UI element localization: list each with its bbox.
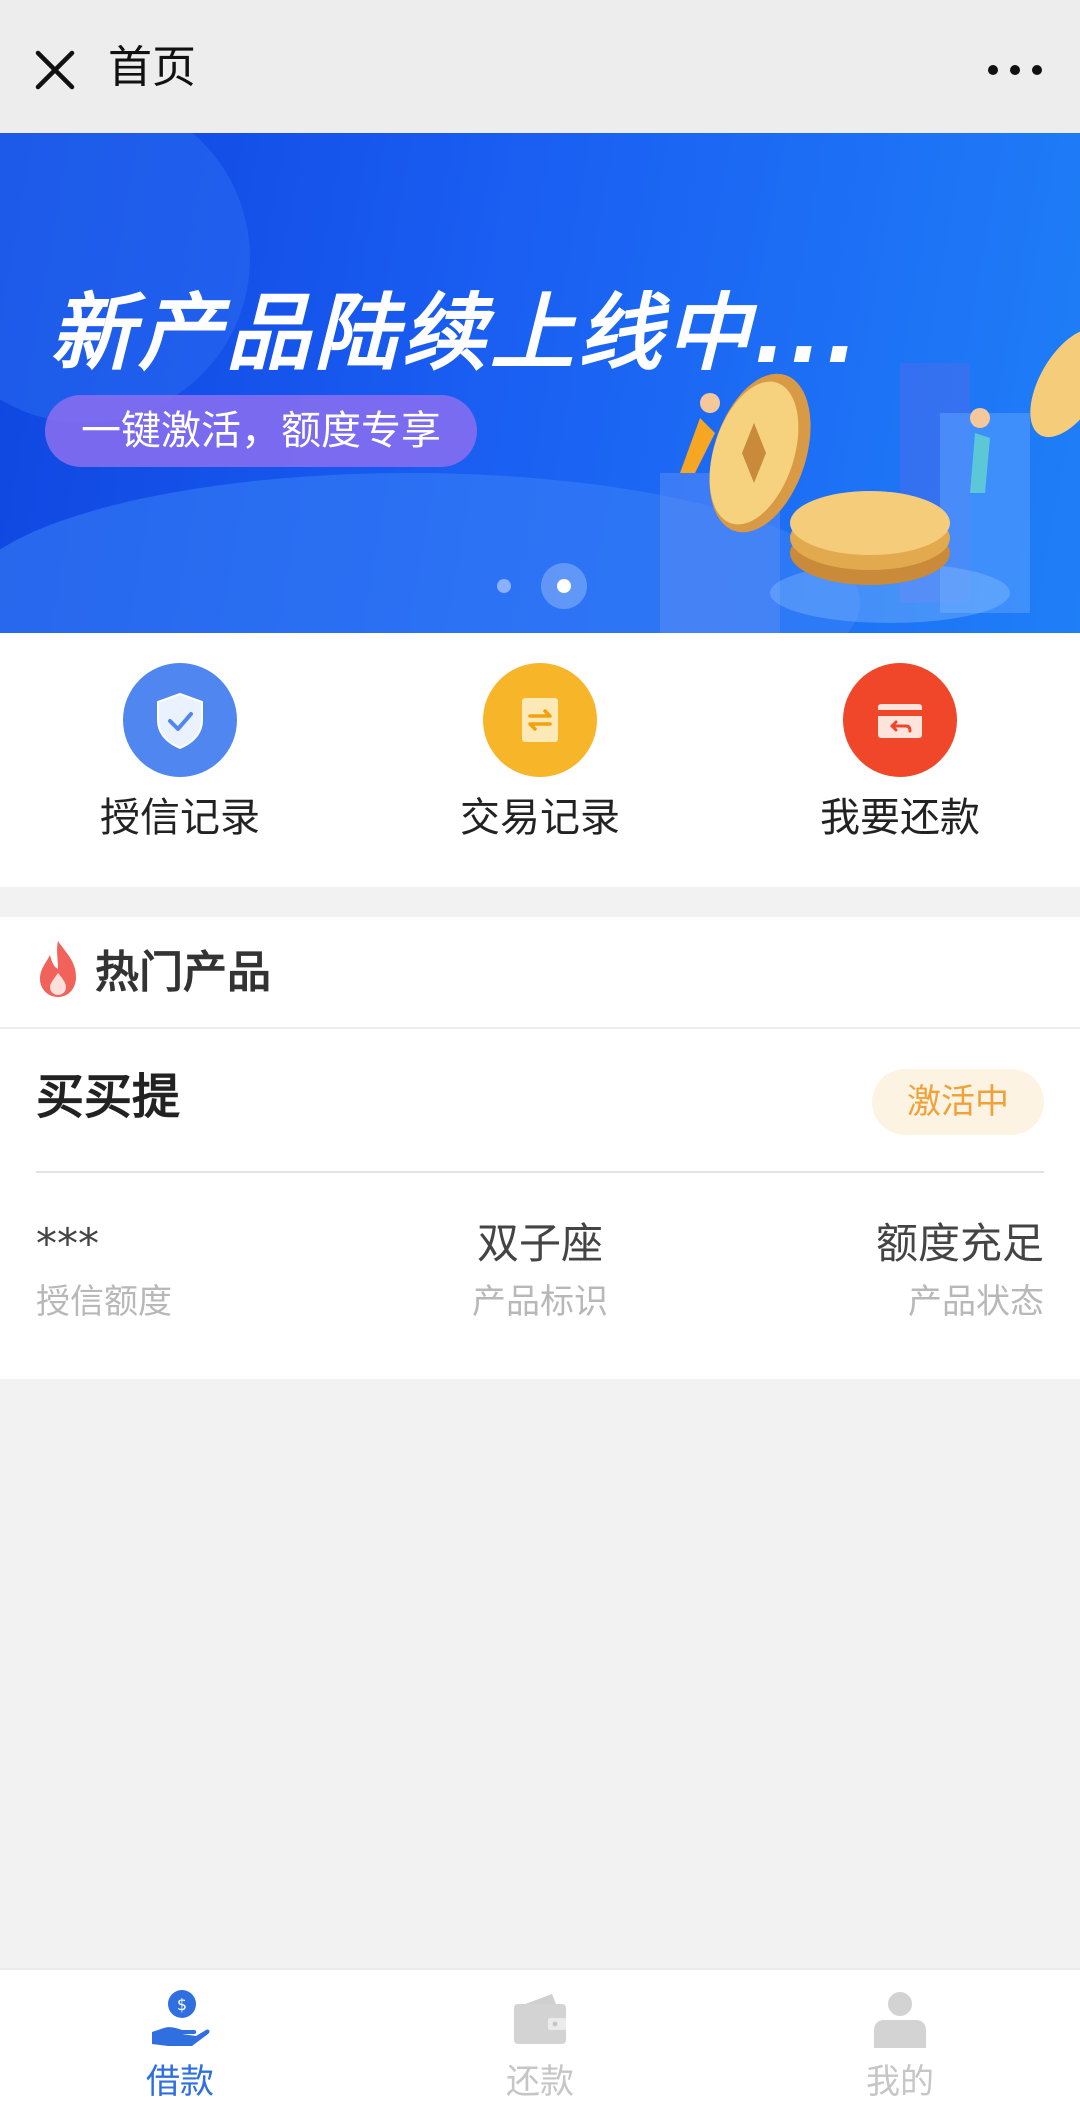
quick-action-transactions[interactable]: 交易记录 [420, 663, 660, 843]
stat-value: *** [36, 1219, 99, 1268]
close-icon[interactable] [30, 45, 80, 95]
carousel-dot[interactable] [497, 579, 511, 593]
divider [36, 1171, 1044, 1173]
stat-product-status: 额度充足 产品状态 [876, 1217, 1044, 1325]
quick-action-credit-records[interactable]: 授信记录 [60, 663, 300, 843]
quick-action-label: 我要还款 [820, 795, 980, 841]
stat-label: 产品标识 [472, 1282, 608, 1322]
transfer-icon [483, 663, 597, 777]
tab-mine[interactable]: 我的 [720, 1970, 1080, 2113]
stat-label: 产品状态 [908, 1282, 1044, 1322]
shield-check-icon [123, 663, 237, 777]
tab-label: 还款 [506, 2062, 574, 2102]
stat-product-id: 双子座 产品标识 [390, 1217, 690, 1325]
banner-subtitle: 一键激活，额度专享 [45, 395, 477, 467]
svg-text:$: $ [177, 1995, 187, 2014]
bottom-tab-bar: $ 借款 还款 我的 [0, 1968, 1080, 2113]
more-icon[interactable] [985, 55, 1045, 85]
quick-actions: 授信记录 交易记录 我要还款 [0, 633, 1080, 887]
repay-card-icon [843, 663, 957, 777]
stat-label: 授信额度 [36, 1282, 172, 1322]
section-header: 热门产品 [0, 917, 1080, 1029]
product-name[interactable]: 买买提 [36, 1067, 180, 1127]
tab-label: 我的 [866, 2062, 934, 2102]
carousel-indicator[interactable] [497, 563, 587, 609]
carousel-dot-active[interactable] [541, 563, 587, 609]
tab-repay[interactable]: 还款 [360, 1970, 720, 2113]
quick-action-label: 授信记录 [100, 795, 260, 841]
tab-loan[interactable]: $ 借款 [0, 1970, 360, 2113]
loan-hand-icon: $ [152, 1990, 210, 2046]
promo-banner[interactable]: 新产品陆续上线中... 一键激活，额度专享 [0, 133, 1080, 633]
stat-value: 双子座 [476, 1219, 603, 1268]
status-badge: 激活中 [872, 1069, 1044, 1135]
tab-label: 借款 [146, 2062, 214, 2102]
wallet-icon [514, 1994, 566, 2044]
fire-icon [40, 941, 76, 997]
stat-credit-limit: *** 授信额度 [36, 1217, 172, 1325]
section-title: 热门产品 [95, 947, 271, 998]
user-icon [874, 1992, 926, 2048]
title-bar: 首页 [0, 0, 1080, 133]
quick-action-label: 交易记录 [460, 795, 620, 841]
coins-illustration [660, 328, 1080, 633]
page-title: 首页 [108, 42, 196, 93]
quick-action-repay[interactable]: 我要还款 [780, 663, 1020, 843]
stat-value: 额度充足 [875, 1219, 1044, 1268]
hot-products-section: 热门产品 买买提 激活中 *** 授信额度 双子座 产品标识 额度充足 产品状态 [0, 917, 1080, 1379]
